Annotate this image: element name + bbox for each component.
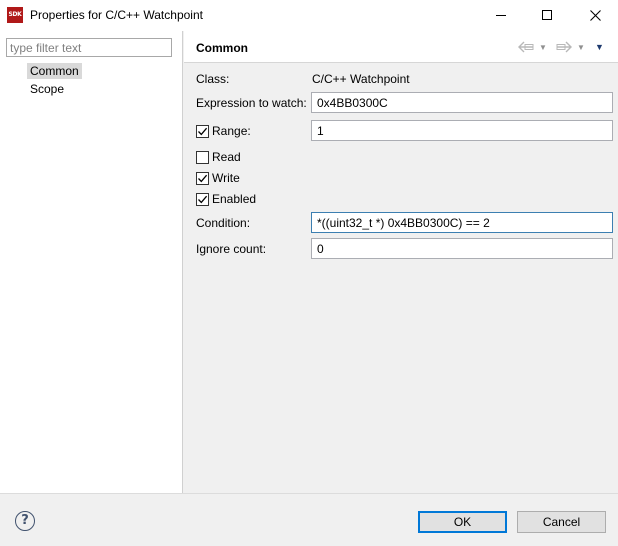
close-button[interactable] [572,0,618,30]
forward-arrow-icon[interactable] [556,39,572,55]
condition-label: Condition: [196,216,251,230]
read-checkbox[interactable] [196,150,209,164]
range-checkbox[interactable] [196,124,209,138]
condition-field[interactable] [311,212,613,233]
cancel-button[interactable]: Cancel [517,511,606,533]
class-value: C/C++ Watchpoint [312,72,410,86]
page-title: Common [196,41,248,55]
back-history-dropdown-icon[interactable]: ▼ [539,39,547,55]
maximize-icon [542,10,552,20]
write-checkbox-row[interactable]: Write [196,170,240,186]
filter-input[interactable] [6,38,172,57]
expression-label: Expression to watch: [196,96,307,110]
ok-button[interactable]: OK [418,511,507,533]
forward-history-dropdown-icon[interactable]: ▼ [577,39,585,55]
read-label: Read [212,150,241,164]
tree-item-scope[interactable]: Scope [27,81,67,97]
sdk-app-icon: SDK [7,7,23,23]
minimize-icon [496,14,506,16]
write-checkbox[interactable] [196,171,209,185]
help-icon[interactable]: ? [15,511,35,531]
minimize-button[interactable] [478,0,524,30]
view-menu-icon[interactable]: ▼ [595,39,604,55]
expression-field[interactable] [311,92,613,113]
close-icon [589,9,601,21]
checkmark-icon [198,174,208,182]
dialog-button-bar: ? OK Cancel [0,493,618,546]
range-label: Range: [212,124,251,138]
range-checkbox-row[interactable]: Range: [196,123,251,139]
properties-tree-panel: Common Scope [0,31,183,493]
write-label: Write [212,171,240,185]
back-arrow-icon[interactable] [518,39,534,55]
window-title: Properties for C/C++ Watchpoint [30,8,203,22]
ignore-count-label: Ignore count: [196,242,267,256]
range-field[interactable] [311,120,613,141]
enabled-checkbox-row[interactable]: Enabled [196,191,256,207]
maximize-button[interactable] [524,0,570,30]
ignore-count-field[interactable] [311,238,613,259]
tree-item-common[interactable]: Common [27,63,82,79]
property-page: Common ▼ ▼ ▼ Class: C/C++ Watchpoint Exp… [184,31,618,493]
enabled-checkbox[interactable] [196,192,209,206]
checkmark-icon [198,127,208,135]
class-label: Class: [196,72,230,86]
page-header: Common ▼ ▼ ▼ [184,31,618,63]
enabled-label: Enabled [212,192,257,206]
read-checkbox-row[interactable]: Read [196,149,241,165]
title-bar: SDK Properties for C/C++ Watchpoint [0,0,618,31]
checkmark-icon [198,195,208,203]
